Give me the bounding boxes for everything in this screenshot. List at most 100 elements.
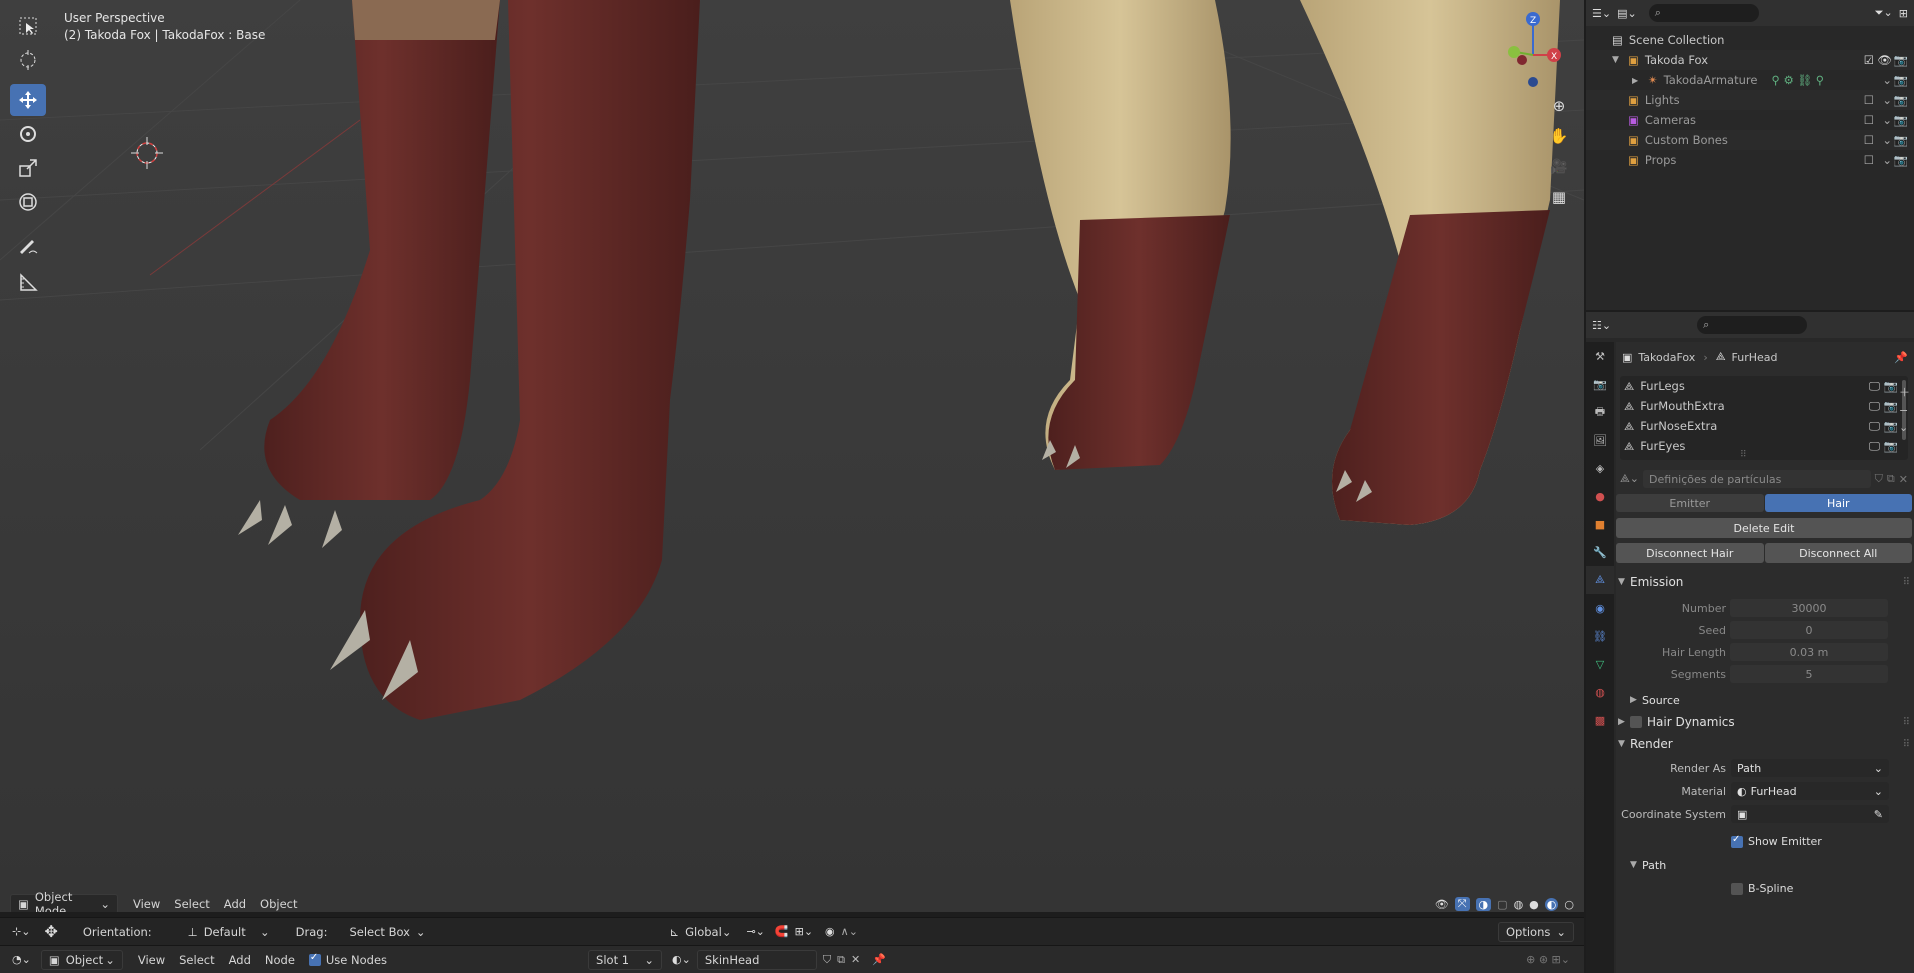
list-item[interactable]: ⟁ FurEyes 🖵 📷 [1620, 436, 1908, 456]
remove-icon[interactable]: − [1899, 404, 1910, 417]
eye-icon[interactable]: ⌄ [1882, 133, 1892, 147]
expand-arrow-icon[interactable]: ▼ [1612, 55, 1622, 65]
close-icon[interactable]: ✕ [1899, 473, 1908, 486]
render-camera-icon[interactable]: 📷 [1894, 73, 1908, 87]
outliner-item-takoda-fox[interactable]: ▼ ▣ Takoda Fox ☑ 👁 📷 [1586, 50, 1914, 70]
tab-data[interactable]: ▽ [1586, 650, 1614, 678]
outliner-item-takoda-armature[interactable]: ▶ ✴ TakodaArmature ⚲ ⚙ ⛓ ⚲ ⌄ 📷 [1586, 70, 1914, 90]
render-camera-icon[interactable]: 📷 [1894, 133, 1908, 147]
eyedropper-icon[interactable]: ✎ [1874, 808, 1883, 821]
tab-tool[interactable]: ⚒ [1586, 342, 1614, 370]
new-collection-icon[interactable]: ⊞ [1899, 7, 1908, 20]
node-menu-add[interactable]: Add [222, 950, 258, 970]
viewport-display-icon[interactable]: 🖵 [1869, 379, 1880, 394]
menu-object[interactable]: Object [253, 894, 304, 912]
render-camera-icon[interactable]: 📷 [1894, 153, 1908, 167]
menu-view[interactable]: View [126, 894, 167, 912]
eye-icon[interactable]: ⌄ [1882, 93, 1892, 107]
navigation-gizmo[interactable]: Z X [1498, 10, 1568, 90]
tab-particles[interactable]: ⟁ [1586, 566, 1614, 594]
list-item[interactable]: ⟁ FurLegs 🖵 📷 [1620, 376, 1908, 396]
solid-shading-icon[interactable]: ● [1529, 898, 1539, 911]
menu-select[interactable]: Select [167, 894, 216, 912]
move-tool-button[interactable] [10, 84, 46, 116]
snap-icon[interactable]: 🧲 [775, 925, 789, 938]
slot-dropdown[interactable]: Slot 1 ⌄ [588, 949, 663, 970]
material-dropdown[interactable]: ◐ FurHead ⌄ [1731, 782, 1889, 800]
tab-constraints[interactable]: ⛓ [1586, 622, 1614, 650]
node-menu-view[interactable]: View [131, 950, 172, 970]
tab-hair[interactable]: Hair [1764, 494, 1912, 512]
xray-icon[interactable]: ▢ [1497, 898, 1507, 911]
include-checkbox[interactable]: ☐ [1864, 153, 1874, 167]
list-item[interactable]: ⟁ FurNoseExtra 🖵 📷 [1620, 416, 1908, 436]
transform-tool-button[interactable] [10, 186, 46, 218]
seed-field[interactable]: 0 [1730, 621, 1888, 639]
viewport-display-icon[interactable]: 🖵 [1869, 399, 1880, 414]
eye-icon[interactable]: 👁 [1877, 53, 1892, 67]
gizmo-toggle-icon[interactable]: ⤧ [1454, 897, 1470, 911]
filter-icon[interactable]: ⏷⌄ [1875, 6, 1893, 20]
pin-icon[interactable]: 📌 [1894, 351, 1908, 364]
tab-output[interactable]: 🖶 [1586, 398, 1614, 426]
render-camera-icon[interactable]: 📷 [1894, 53, 1908, 67]
use-nodes-checkbox[interactable]: Use Nodes [302, 950, 394, 970]
delete-edit-button[interactable]: Delete Edit [1616, 518, 1912, 538]
tab-render[interactable]: 📷 [1586, 370, 1614, 398]
render-camera-icon[interactable]: 📷 [1884, 419, 1898, 433]
path-subpanel-header[interactable]: ▼ Path [1616, 854, 1914, 876]
include-checkbox[interactable]: ☐ [1864, 113, 1874, 127]
list-resize-handle[interactable]: ⠿ [1740, 450, 1747, 460]
snap-icon[interactable]: ⊕ ⊛ ⊞⌄ [1526, 953, 1570, 966]
transform-orientation-dropdown[interactable]: ⊾ Global ⌄ [662, 922, 738, 942]
eye-icon[interactable]: ⌄ [1882, 73, 1892, 87]
tool-icon[interactable]: ⊹⌄ [12, 925, 30, 938]
hair-length-field[interactable]: 0.03 m [1730, 643, 1888, 661]
mode-dropdown[interactable]: ▣ Object Mode ⌄ [10, 890, 118, 912]
annotate-tool-button[interactable] [10, 230, 46, 262]
pan-view-button[interactable]: ✋ [1547, 124, 1571, 148]
include-checkbox[interactable]: ☐ [1864, 133, 1874, 147]
emission-panel-header[interactable]: ▼ Emission ⠿ [1616, 571, 1914, 593]
eye-icon[interactable]: ⌄ [1882, 113, 1892, 127]
rendered-shading-icon[interactable]: ○ [1564, 898, 1574, 911]
material-shading-icon[interactable]: ◐ [1544, 897, 1559, 911]
outliner-search-input[interactable]: ⌕ [1648, 4, 1759, 22]
editor-type-icon[interactable]: ☰⌄ [1592, 7, 1611, 20]
scale-tool-button[interactable] [10, 152, 46, 184]
tab-texture[interactable]: ▩ [1586, 706, 1614, 734]
3d-viewport[interactable]: User Perspective (2) Takoda Fox | Takoda… [0, 0, 1584, 912]
hair-dynamics-checkbox[interactable] [1630, 716, 1642, 728]
measure-tool-button[interactable] [10, 266, 46, 298]
drag-handle-icon[interactable]: ⠿ [1903, 739, 1910, 750]
orientation-dropdown[interactable]: ⊥ Default ⌄ [181, 922, 277, 942]
tab-material[interactable]: ◍ [1586, 678, 1614, 706]
pivot-icon[interactable]: ⊸⌄ [746, 925, 764, 938]
viewport-display-icon[interactable]: 🖵 [1869, 439, 1880, 454]
duplicate-icon[interactable]: ⧉ [837, 953, 845, 967]
camera-view-button[interactable]: 🎥 [1547, 155, 1571, 179]
render-camera-icon[interactable]: 📷 [1884, 399, 1898, 413]
chevron-down-icon[interactable]: ⌄ [1899, 421, 1910, 434]
cursor-tool-button[interactable] [10, 44, 46, 76]
proportional-edit-icon[interactable]: ◉ [825, 925, 835, 938]
render-as-dropdown[interactable]: Path ⌄ [1731, 759, 1889, 777]
zoom-view-button[interactable]: ⊕ [1547, 94, 1571, 118]
eye-icon[interactable]: ⌄ [1882, 153, 1892, 167]
properties-search-input[interactable]: ⌕ [1697, 316, 1808, 334]
duplicate-icon[interactable]: ⧉ [1887, 472, 1895, 486]
fake-user-icon[interactable]: ⛉ [823, 953, 831, 967]
render-camera-icon[interactable]: 📷 [1894, 93, 1908, 107]
coordinate-system-field[interactable]: ▣ ✎ [1731, 805, 1889, 823]
drag-handle-icon[interactable]: ⠿ [1903, 577, 1910, 588]
disconnect-hair-button[interactable]: Disconnect Hair [1616, 543, 1764, 563]
pin-icon[interactable]: 📌 [872, 953, 886, 966]
editor-type-icon[interactable]: ☷⌄ [1592, 319, 1611, 332]
disconnect-all-button[interactable]: Disconnect All [1764, 543, 1912, 563]
hair-dynamics-panel-header[interactable]: ▶ Hair Dynamics ⠿ [1616, 711, 1914, 733]
drag-dropdown[interactable]: Select Box ⌄ [342, 922, 432, 942]
viewport-display-icon[interactable]: 🖵 [1869, 419, 1880, 434]
show-emitter-checkbox[interactable]: Show Emitter [1731, 834, 1914, 848]
node-menu-node[interactable]: Node [258, 950, 302, 970]
tab-scene[interactable]: ◈ [1586, 454, 1614, 482]
